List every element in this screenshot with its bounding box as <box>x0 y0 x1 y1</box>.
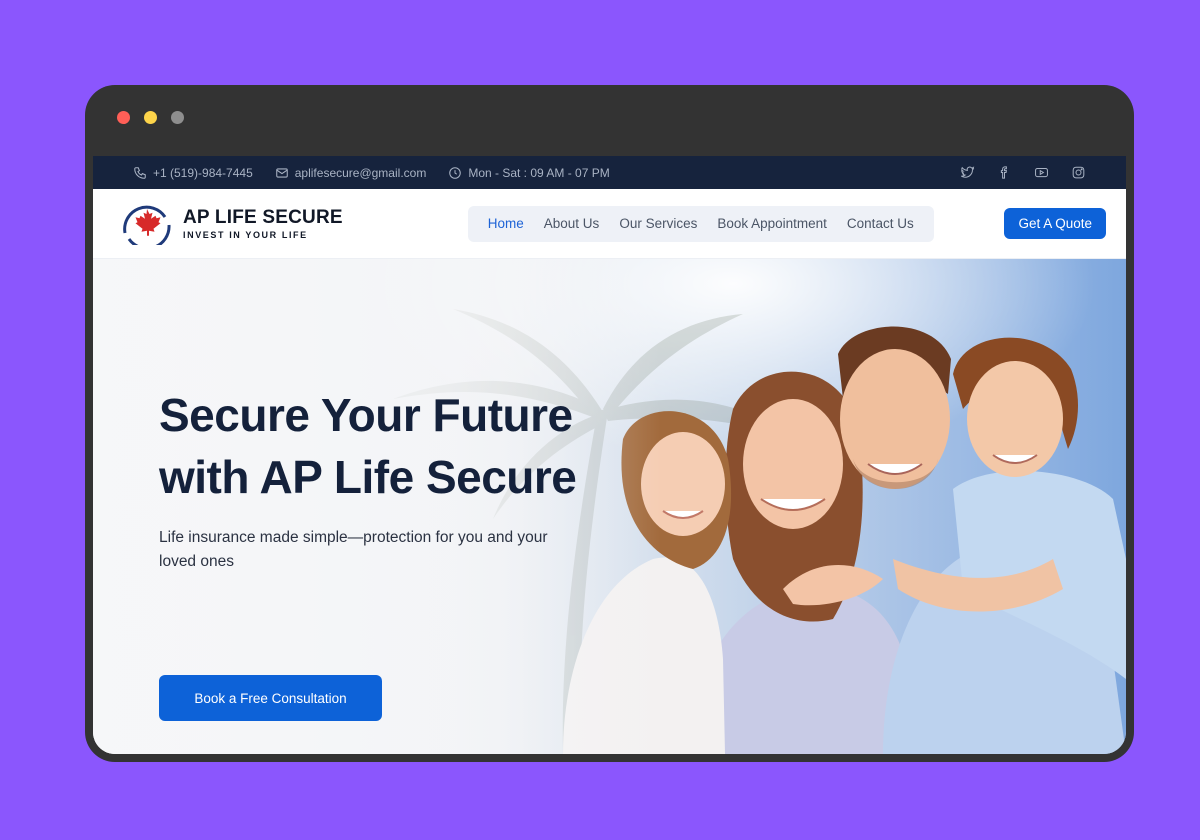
get-a-quote-button[interactable]: Get A Quote <box>1004 208 1106 239</box>
instagram-icon[interactable] <box>1071 165 1086 180</box>
phone-info[interactable]: +1 (519)-984-7445 <box>133 166 253 180</box>
hero-subtitle: Life insurance made simple—protection fo… <box>159 529 548 570</box>
hero-text-block: Secure Your Future with AP Life Secure L… <box>159 384 579 574</box>
nav-item-our-services[interactable]: Our Services <box>619 216 697 231</box>
clock-icon <box>449 166 462 179</box>
brand-tagline: INVEST IN YOUR LIFE <box>183 230 308 240</box>
browser-window: +1 (519)-984-7445 aplifesecure@gmail.com… <box>85 85 1134 762</box>
hours-info: Mon - Sat : 09 AM - 07 PM <box>448 165 610 180</box>
maximize-window-button[interactable] <box>171 111 184 124</box>
brand-text: AP LIFE SECURE INVEST IN YOUR LIFE <box>183 207 343 240</box>
main-navbar: AP LIFE SECURE INVEST IN YOUR LIFE Home … <box>93 189 1126 259</box>
email-address: aplifesecure@gmail.com <box>294 165 427 180</box>
minimize-window-button[interactable] <box>144 111 157 124</box>
business-hours: Mon - Sat : 09 AM - 07 PM <box>468 165 610 180</box>
twitter-icon[interactable] <box>960 165 975 180</box>
youtube-icon[interactable] <box>1034 165 1049 180</box>
nav-item-home[interactable]: Home <box>488 216 524 231</box>
nav-item-book-appointment[interactable]: Book Appointment <box>717 216 827 231</box>
nav-menu: Home About Us Our Services Book Appointm… <box>467 205 934 242</box>
phone-icon <box>134 166 146 179</box>
mail-icon <box>275 167 288 178</box>
top-info-bar: +1 (519)-984-7445 aplifesecure@gmail.com… <box>93 156 1126 189</box>
hero-title: Secure Your Future with AP Life Secure <box>159 389 577 503</box>
maple-leaf-logo-icon <box>123 205 171 245</box>
nav-item-about-us[interactable]: About Us <box>544 216 600 231</box>
social-links <box>960 165 1086 180</box>
window-controls <box>117 111 184 124</box>
email-info[interactable]: aplifesecure@gmail.com <box>275 165 427 180</box>
book-consultation-button[interactable]: Book a Free Consultation <box>159 675 382 721</box>
nav-item-contact-us[interactable]: Contact Us <box>847 216 914 231</box>
phone-number: +1 (519)-984-7445 <box>153 165 253 180</box>
facebook-icon[interactable] <box>997 165 1012 180</box>
hero-section: Secure Your Future with AP Life Secure L… <box>93 259 1126 754</box>
brand-name: AP LIFE SECURE <box>183 207 343 228</box>
close-window-button[interactable] <box>117 111 130 124</box>
page-viewport: +1 (519)-984-7445 aplifesecure@gmail.com… <box>93 156 1126 754</box>
brand-logo[interactable]: AP LIFE SECURE INVEST IN YOUR LIFE <box>121 203 343 245</box>
